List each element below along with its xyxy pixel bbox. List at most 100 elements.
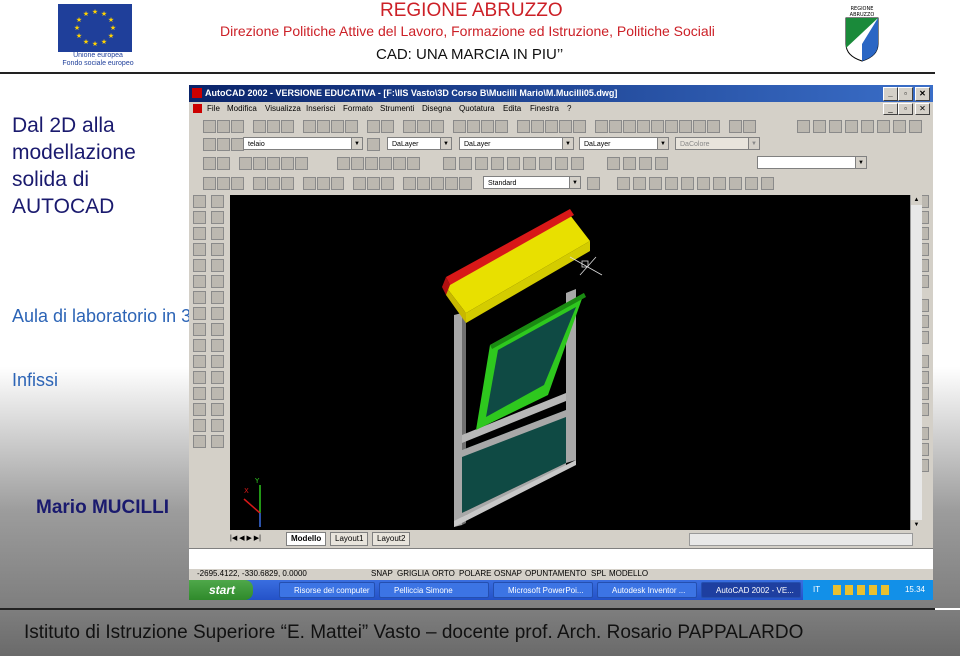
- copy-icon[interactable]: [317, 120, 330, 133]
- chamfer-icon[interactable]: [211, 403, 224, 416]
- dim-angular-icon[interactable]: [281, 177, 294, 190]
- orbit-free-icon[interactable]: [607, 157, 620, 170]
- redo-icon[interactable]: [381, 120, 394, 133]
- scale-icon[interactable]: [211, 291, 224, 304]
- layer-state-icon[interactable]: [217, 138, 230, 151]
- dim-diameter-icon[interactable]: [267, 177, 280, 190]
- drawing-viewport[interactable]: X Y: [230, 195, 910, 530]
- menu-formato[interactable]: Formato: [343, 102, 373, 116]
- polygon-icon[interactable]: [193, 243, 206, 256]
- view-top-icon[interactable]: [337, 157, 350, 170]
- command-line[interactable]: [189, 548, 933, 569]
- named-views-icon[interactable]: [637, 120, 650, 133]
- circle-icon[interactable]: [193, 291, 206, 304]
- zoom-dynamic-icon[interactable]: [507, 157, 520, 170]
- hatch-icon[interactable]: [193, 403, 206, 416]
- zoom-minus-icon[interactable]: [555, 157, 568, 170]
- pin-icon[interactable]: [743, 120, 756, 133]
- qdim-icon[interactable]: [303, 177, 316, 190]
- leader-icon[interactable]: [353, 177, 366, 190]
- properties-icon[interactable]: [531, 120, 544, 133]
- mirror-icon[interactable]: [211, 211, 224, 224]
- cone-icon[interactable]: [829, 120, 842, 133]
- dim-style-icon[interactable]: [445, 177, 458, 190]
- linetype-select[interactable]: DaLayer ▼: [459, 137, 574, 150]
- material-icon[interactable]: [295, 157, 308, 170]
- doc-restore-button[interactable]: ▫: [898, 103, 913, 115]
- designcenter-icon[interactable]: [545, 120, 558, 133]
- language-indicator[interactable]: IT: [813, 580, 820, 600]
- 3dorbit-icon[interactable]: [517, 120, 530, 133]
- zoom-window-icon[interactable]: [481, 120, 494, 133]
- task-inventor[interactable]: Autodesk Inventor ...: [597, 582, 697, 598]
- menu-strumenti[interactable]: Strumenti: [380, 102, 414, 116]
- toggle-polare[interactable]: POLARE: [459, 568, 491, 580]
- region-icon[interactable]: [617, 177, 630, 190]
- vertical-scrollbar[interactable]: ▲ ▼: [910, 195, 922, 530]
- menu-help[interactable]: ?: [567, 102, 571, 116]
- mtext-icon[interactable]: [193, 435, 206, 448]
- break-point-icon[interactable]: [211, 387, 224, 400]
- orbit-icon[interactable]: [693, 120, 706, 133]
- hyperlink-icon[interactable]: [403, 120, 416, 133]
- interfere-icon[interactable]: [713, 177, 726, 190]
- menu-finestra[interactable]: Finestra: [530, 102, 559, 116]
- pan-icon[interactable]: [453, 120, 466, 133]
- box-3d-icon[interactable]: [239, 157, 252, 170]
- view-iso-icon[interactable]: [379, 157, 392, 170]
- view-select[interactable]: ▼: [757, 156, 867, 169]
- zoom-in-icon[interactable]: [443, 157, 456, 170]
- tolerance-icon[interactable]: [367, 177, 380, 190]
- calc-icon[interactable]: [609, 120, 622, 133]
- slice-icon[interactable]: [681, 177, 694, 190]
- dim-radius-icon[interactable]: [253, 177, 266, 190]
- toggle-osnap[interactable]: OSNAP: [494, 568, 522, 580]
- menu-visualizza[interactable]: Visualizza: [265, 102, 301, 116]
- zoom-plus-icon[interactable]: [539, 157, 552, 170]
- menu-quotatura[interactable]: Quotatura: [459, 102, 495, 116]
- zoom-extents-icon[interactable]: [651, 120, 664, 133]
- view-icon[interactable]: [623, 120, 636, 133]
- doc-close-button[interactable]: ✕: [915, 103, 930, 115]
- open-icon[interactable]: [217, 120, 230, 133]
- doc-minimize-button[interactable]: _: [883, 103, 898, 115]
- restore-button[interactable]: ▫: [898, 87, 913, 101]
- line-icon[interactable]: [193, 195, 206, 208]
- view-bottom-icon[interactable]: [351, 157, 364, 170]
- print-icon[interactable]: [253, 120, 266, 133]
- separate-icon[interactable]: [745, 177, 758, 190]
- ucs-previous-icon[interactable]: [217, 157, 230, 170]
- toggle-orto[interactable]: ORTO: [432, 568, 455, 580]
- region-draw-icon[interactable]: [193, 419, 206, 432]
- view-sw-icon[interactable]: [393, 157, 406, 170]
- lineweight-select[interactable]: DaLayer ▼: [579, 137, 669, 150]
- zoom-object-icon[interactable]: [523, 157, 536, 170]
- make-block-icon[interactable]: [193, 371, 206, 384]
- task-autocad[interactable]: AutoCAD 2002 - VE...: [701, 582, 801, 598]
- subtract-icon[interactable]: [649, 177, 662, 190]
- help-icon[interactable]: [729, 120, 742, 133]
- tab-layout1[interactable]: Layout1: [330, 532, 369, 546]
- toggle-spl[interactable]: SPL: [591, 568, 606, 580]
- zoom-all-icon[interactable]: [665, 120, 678, 133]
- horizontal-scrollbar[interactable]: [689, 533, 913, 546]
- dim-continue-icon[interactable]: [331, 177, 344, 190]
- scroll-up-arrow[interactable]: ▲: [911, 195, 922, 205]
- clip-icon[interactable]: [655, 157, 668, 170]
- zoom-center-icon[interactable]: [491, 157, 504, 170]
- ellipse-icon[interactable]: [193, 323, 206, 336]
- intersect-icon[interactable]: [665, 177, 678, 190]
- ucs-world-icon[interactable]: [203, 157, 216, 170]
- array-icon[interactable]: [211, 243, 224, 256]
- toolpalette-icon[interactable]: [559, 120, 572, 133]
- zoom-out-icon[interactable]: [459, 157, 472, 170]
- zoom-all-icon[interactable]: [571, 157, 584, 170]
- markup-icon[interactable]: [595, 120, 608, 133]
- zoom-scale-icon[interactable]: [475, 157, 488, 170]
- menu-disegna[interactable]: Disegna: [422, 102, 451, 116]
- dim-baseline-icon[interactable]: [317, 177, 330, 190]
- ellipse-arc-icon[interactable]: [193, 339, 206, 352]
- torus-icon[interactable]: [877, 120, 890, 133]
- stretch-icon[interactable]: [211, 307, 224, 320]
- xline-icon[interactable]: [193, 211, 206, 224]
